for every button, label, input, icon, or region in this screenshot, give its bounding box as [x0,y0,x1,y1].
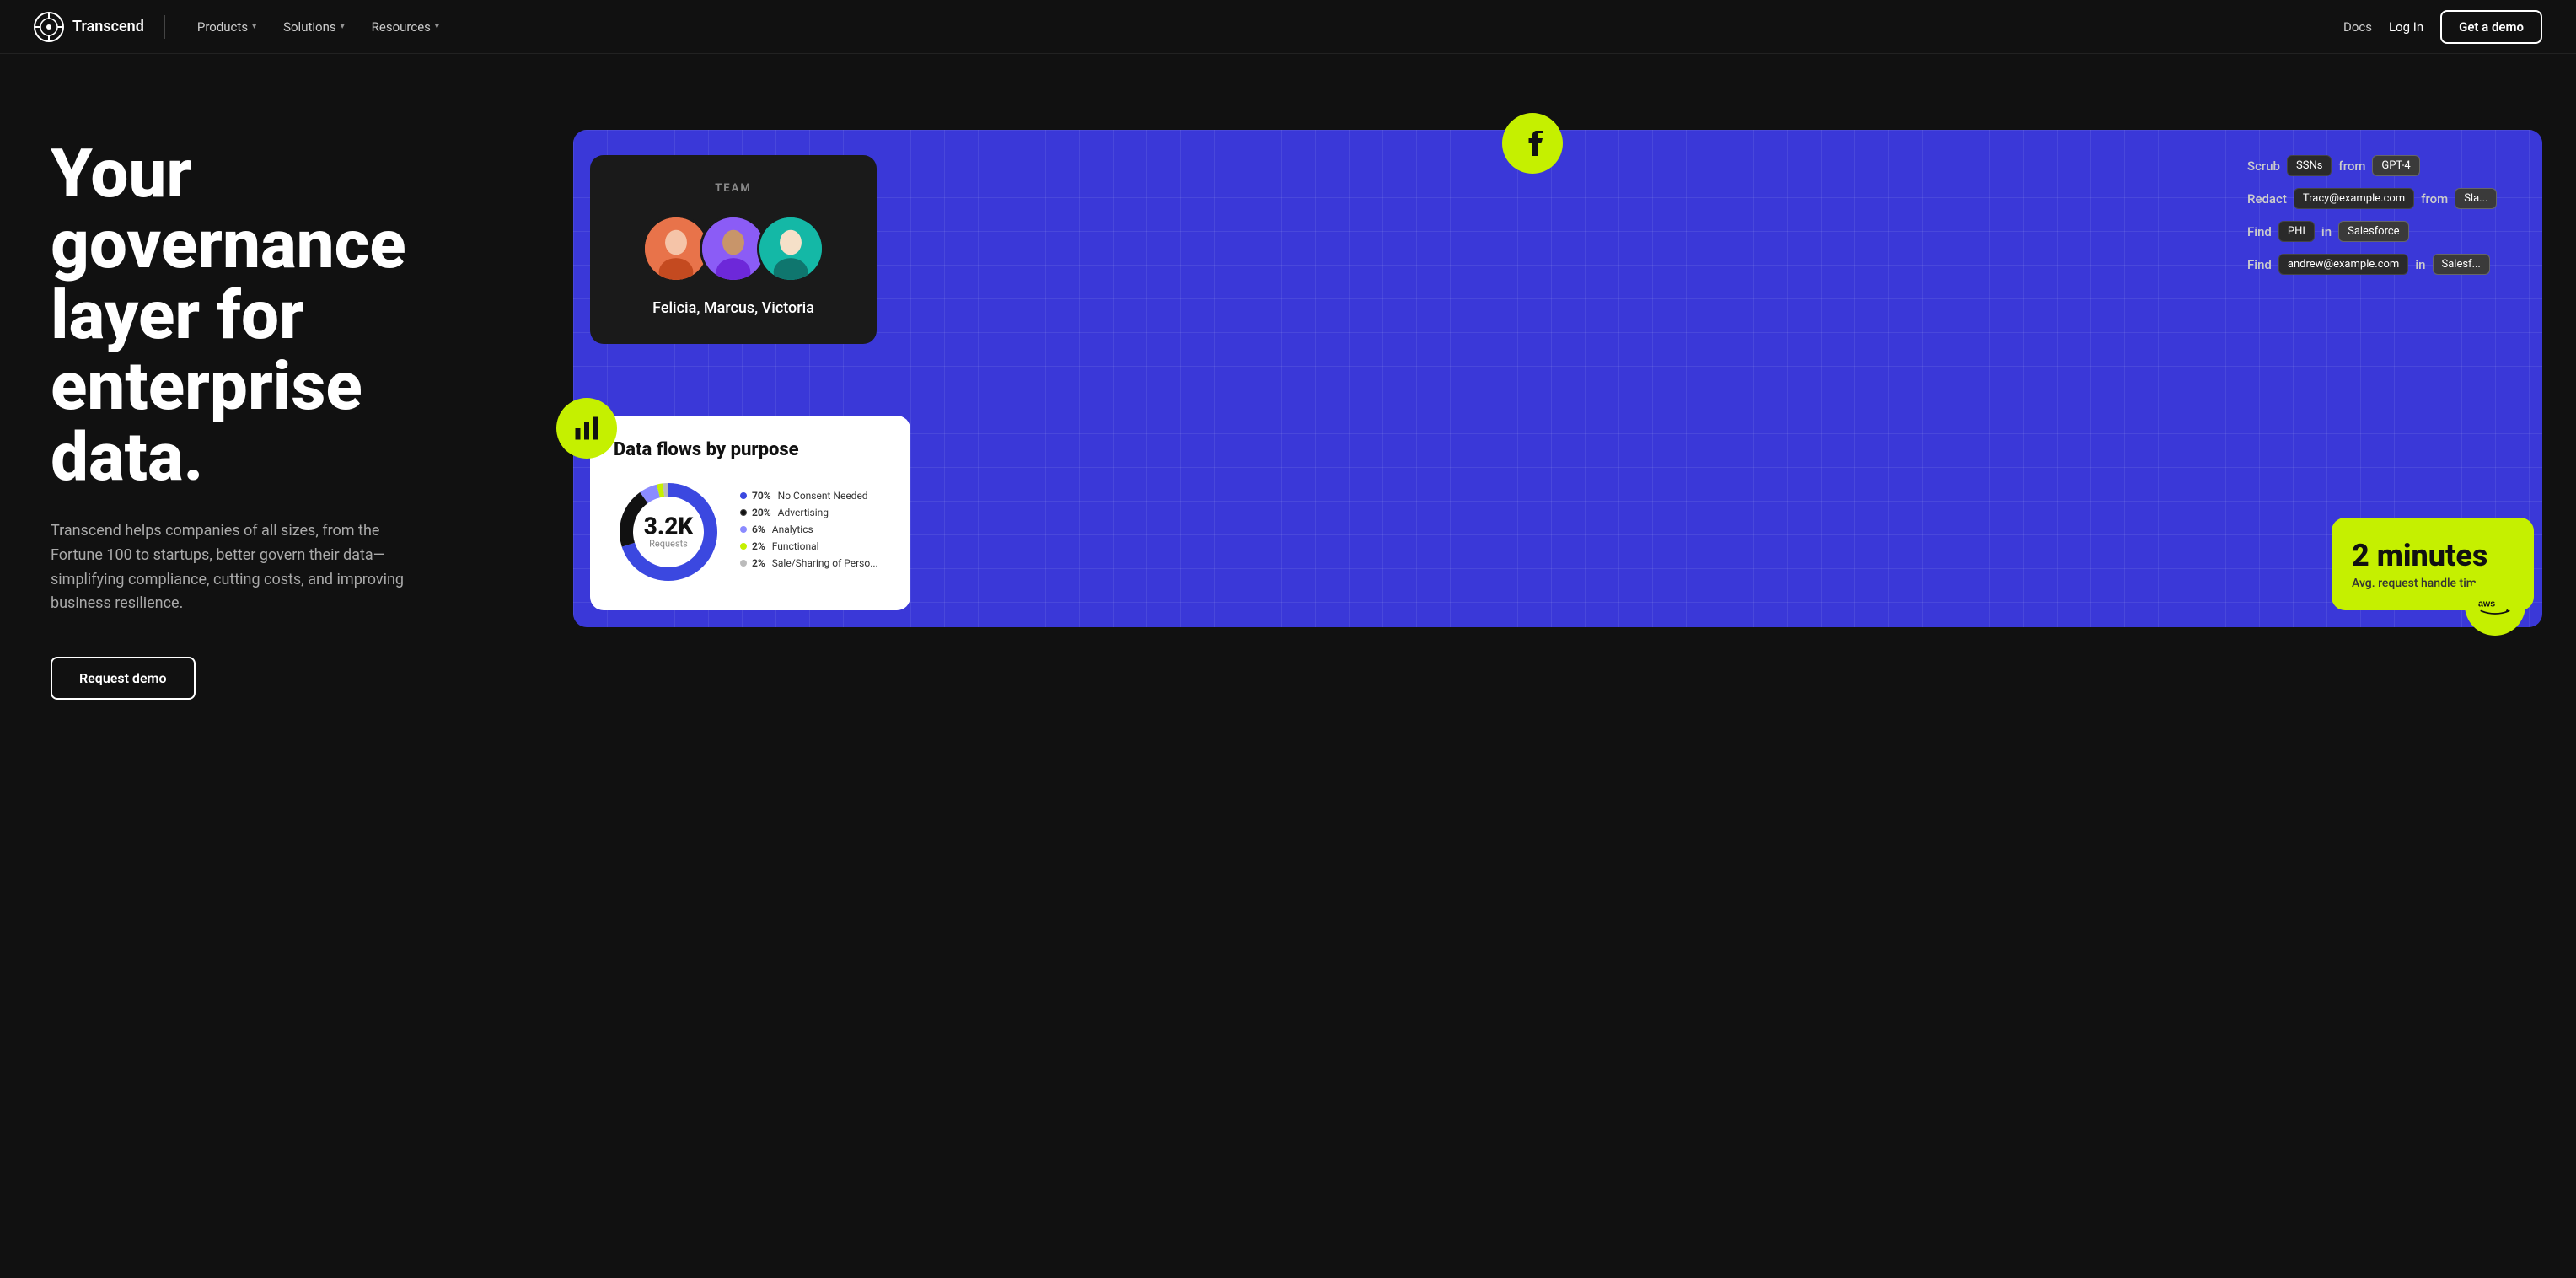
action-tag-phi: PHI [2278,221,2315,242]
team-names: Felicia, Marcus, Victoria [617,299,850,317]
action-row-find2: Find andrew@example.com in Salesf... [2247,254,2534,275]
action-verb-redact: Redact [2247,191,2287,207]
nav-solutions[interactable]: Solutions ▾ [271,13,357,41]
legend-dot-sale [740,560,747,567]
hero-left: Your governance layer for enterprise dat… [51,105,489,700]
team-card: TEAM [590,155,877,344]
login-link[interactable]: Log In [2389,19,2423,35]
nav-links: Products ▾ Solutions ▾ Resources ▾ [185,13,2343,41]
team-avatars [617,215,850,282]
request-demo-button[interactable]: Request demo [51,657,196,700]
aws-logo-icon: aws [2478,595,2512,615]
team-card-title: TEAM [617,182,850,195]
fb-logo-icon [1517,128,1548,158]
data-flows-body: 3.2K Requests 70% No Consent Needed 20% … [614,477,887,587]
legend-no-consent: 70% No Consent Needed [740,490,887,502]
nav-resources[interactable]: Resources ▾ [360,13,451,41]
donut-number: 3.2K [644,515,693,539]
facebook-icon [1502,113,1563,174]
action-row-find1: Find PHI in Salesforce [2247,221,2534,242]
action-tag-slack: Sla... [2455,188,2497,209]
action-tag-salesforce1: Salesforce [2338,221,2408,242]
legend-dot-no-consent [740,492,747,499]
logo-link[interactable]: Transcend [34,12,144,42]
chart-icon-circle [556,398,617,459]
legend-dot-advertising [740,509,747,516]
nav-right: Docs Log In Get a demo [2343,10,2542,44]
action-connector-in1: in [2321,224,2332,239]
donut-chart: 3.2K Requests [614,477,723,587]
data-flows-card: Data flows by purpose [590,416,910,610]
hero-right: TEAM [523,105,2542,627]
donut-center: 3.2K Requests [644,515,693,550]
action-verb-find2: Find [2247,257,2272,272]
chevron-down-icon: ▾ [341,22,345,31]
action-tag-salesforce2: Salesf... [2433,254,2490,275]
action-connector-from2: from [2421,191,2448,207]
action-verb-scrub: Scrub [2247,158,2280,174]
data-legend: 70% No Consent Needed 20% Advertising 6%… [740,490,887,574]
legend-dot-analytics [740,526,747,533]
hero-section: Your governance layer for enterprise dat… [0,54,2576,1278]
nav-products[interactable]: Products ▾ [185,13,268,41]
chevron-down-icon: ▾ [252,22,256,31]
action-connector-in2: in [2415,257,2425,272]
hero-subtitle: Transcend helps companies of all sizes, … [51,519,421,616]
get-demo-button[interactable]: Get a demo [2440,10,2542,44]
legend-sale: 2% Sale/Sharing of Perso... [740,557,887,569]
legend-dot-functional [740,543,747,550]
action-connector-from1: from [2338,158,2365,174]
legend-advertising: 20% Advertising [740,507,887,518]
legend-analytics: 6% Analytics [740,524,887,535]
avatar-victoria [757,215,824,282]
hero-title: Your governance layer for enterprise dat… [51,138,489,492]
logo-icon [34,12,64,42]
legend-functional: 2% Functional [740,540,887,552]
donut-label: Requests [644,539,693,550]
chevron-down-icon: ▾ [435,22,439,31]
two-min-number: 2 minutes [2352,538,2514,573]
action-tag-gpt4: GPT-4 [2372,155,2419,176]
nav-divider [164,15,165,39]
action-tag-tracy: Tracy@example.com [2294,188,2414,209]
action-tag-andrew: andrew@example.com [2278,254,2408,275]
data-flows-title: Data flows by purpose [614,439,887,460]
action-row-redact: Redact Tracy@example.com from Sla... [2247,188,2534,209]
action-tag-ssns: SSNs [2287,155,2332,176]
action-verb-find1: Find [2247,224,2272,239]
chart-bar-icon [572,413,602,443]
aws-icon-circle: aws [2465,575,2525,636]
action-panel: Scrub SSNs from GPT-4 Redact Tracy@examp… [2247,155,2534,287]
docs-link[interactable]: Docs [2343,19,2372,35]
action-row-scrub: Scrub SSNs from GPT-4 [2247,155,2534,176]
svg-text:aws: aws [2478,599,2495,609]
navbar: Transcend Products ▾ Solutions ▾ Resourc… [0,0,2576,54]
